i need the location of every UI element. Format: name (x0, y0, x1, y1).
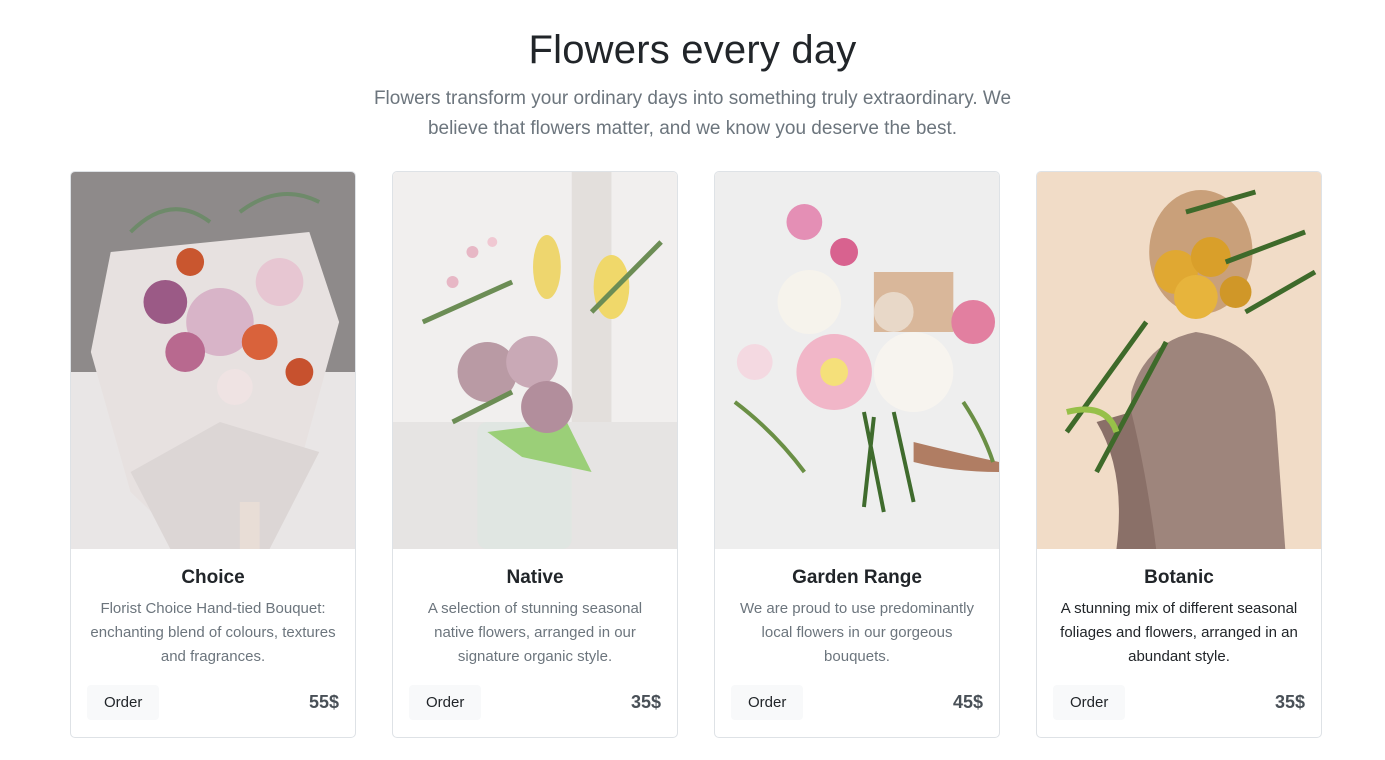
card-description: A stunning mix of different seasonal fol… (1060, 600, 1298, 665)
product-card-native: Native A selection of stunning seasonal … (392, 171, 678, 738)
bouquet-photo-native (393, 172, 677, 549)
price-label: 35$ (1274, 692, 1305, 712)
bouquet-photo-choice (71, 172, 355, 549)
price-label: 45$ (952, 692, 983, 712)
card-description: A selection of stunning seasonal native … (427, 600, 643, 665)
order-button[interactable]: Order (731, 685, 804, 720)
card-title: Garden Range (792, 567, 922, 588)
card-title: Botanic (1144, 567, 1214, 588)
price-label: 55$ (308, 692, 339, 712)
card-title: Choice (181, 567, 245, 588)
page-subtitle: Flowers transform your ordinary days int… (373, 88, 1012, 139)
card-title: Native (506, 567, 564, 588)
order-button[interactable]: Order (87, 685, 160, 720)
order-button[interactable]: Order (1053, 685, 1126, 720)
bouquet-photo-garden-range (715, 172, 999, 549)
product-card-botanic: Botanic A stunning mix of different seas… (1036, 171, 1322, 738)
order-button[interactable]: Order (409, 685, 482, 720)
product-card-choice: Choice Florist Choice Hand-tied Bouquet:… (70, 171, 356, 738)
card-description: We are proud to use predominantly local … (739, 600, 975, 665)
page-title: Flowers every day (528, 28, 857, 72)
bouquet-photo-botanic (1037, 172, 1321, 549)
product-card-garden-range: Garden Range We are proud to use predomi… (714, 171, 1000, 738)
product-cards: Choice Florist Choice Hand-tied Bouquet:… (70, 171, 1322, 738)
hero-header: Flowers every day Flowers transform your… (0, 0, 1385, 144)
card-description: Florist Choice Hand-tied Bouquet: enchan… (90, 600, 336, 665)
price-label: 35$ (630, 692, 661, 712)
